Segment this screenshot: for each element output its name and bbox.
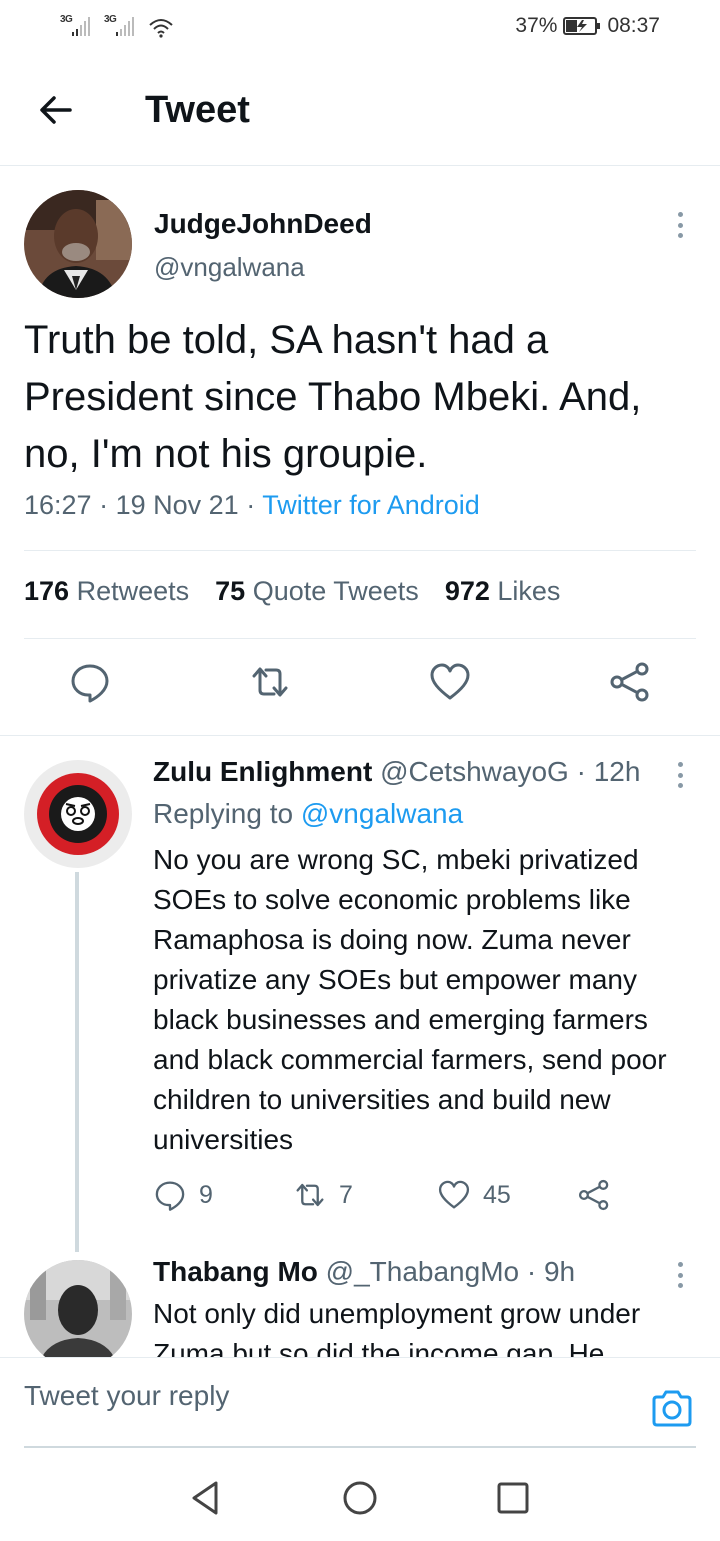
reply-author-handle[interactable]: @CetshwayoG [380, 756, 569, 787]
reply-author-avatar[interactable] [24, 1260, 132, 1357]
page-title: Tweet [145, 89, 250, 131]
comment-icon[interactable] [68, 660, 112, 704]
reply-action-bar: 9 7 45 [153, 1178, 633, 1218]
reply-retweet-count: 7 [339, 1180, 353, 1209]
meta-separator: · [526, 1256, 544, 1287]
section-divider [0, 735, 720, 736]
likes-count: 972 [444, 576, 490, 606]
meta-separator: · [246, 490, 263, 520]
reply-comment-count: 9 [199, 1180, 213, 1209]
reply-age: 12h [593, 756, 641, 787]
meta-separator: · [576, 756, 594, 787]
retweets-count: 176 [24, 576, 70, 606]
author-avatar[interactable] [24, 190, 132, 298]
battery-percent: 37% [515, 14, 558, 37]
reply-input[interactable]: Tweet your reply [24, 1380, 229, 1412]
comment-icon [155, 1181, 185, 1211]
author-name[interactable]: JudgeJohnDeed [154, 208, 372, 240]
status-right: 37% 08:37 [515, 14, 660, 38]
thread-connector-line [75, 872, 79, 1252]
reply-like-count: 45 [483, 1180, 511, 1209]
tweet-date: 19 Nov 21 [115, 490, 239, 520]
arrow-left-icon[interactable] [34, 88, 78, 132]
share-icon [578, 1179, 609, 1211]
heart-icon [438, 1180, 470, 1209]
retweet-icon[interactable] [248, 660, 292, 704]
reply-retweet-button[interactable]: 7 [293, 1178, 353, 1212]
replying-to: Replying to @vngalwana [153, 798, 463, 830]
retweets-label: Retweets [76, 576, 190, 606]
system-navigation-bar [0, 1452, 720, 1541]
more-vertical-icon[interactable] [668, 210, 692, 240]
reply-author-avatar[interactable] [24, 760, 132, 868]
reply-author-name[interactable]: Zulu Enlighment [153, 756, 372, 787]
reply-author-name[interactable]: Thabang Mo [153, 1256, 318, 1287]
clock-time: 08:37 [607, 14, 660, 37]
reply-author-handle[interactable]: @_ThabangMo [326, 1256, 519, 1287]
sim2-signal-icon: 3G [104, 14, 142, 38]
reply-share-button[interactable] [577, 1178, 611, 1212]
tweet-stats: 176 Retweets 75 Quote Tweets 972 Likes [24, 576, 560, 607]
divider [24, 638, 696, 639]
top-app-bar: Tweet [0, 56, 720, 166]
sim2-network-label: 3G [104, 14, 117, 25]
wifi-icon [149, 19, 173, 38]
meta-separator: · [99, 490, 116, 520]
likes-stat[interactable]: 972 Likes [445, 576, 561, 607]
more-vertical-icon[interactable] [668, 760, 692, 790]
replying-to-mention[interactable]: @vngalwana [301, 798, 463, 829]
author-handle[interactable]: @vngalwana [154, 252, 305, 283]
likes-label: Likes [497, 576, 561, 606]
status-bar: 3G 3G 37% 08:37 [0, 0, 720, 56]
more-vertical-icon[interactable] [668, 1260, 692, 1290]
replying-to-label: Replying to [153, 798, 294, 829]
reply-tweet[interactable]: Thabang Mo @_ThabangMo · 9h Not only did… [0, 1252, 720, 1357]
retweet-icon [296, 1183, 324, 1207]
reply-header: Zulu Enlighment @CetshwayoG · 12h [153, 756, 640, 788]
square-recents-icon[interactable] [493, 1478, 533, 1518]
sim1-signal-icon: 3G [60, 14, 98, 38]
tweet-time: 16:27 [24, 490, 92, 520]
circle-home-icon[interactable] [340, 1478, 380, 1518]
quote-tweets-label: Quote Tweets [252, 576, 419, 606]
tweet-timestamp: 16:27 · 19 Nov 21 · Twitter for Android [24, 490, 480, 521]
heart-icon[interactable] [428, 660, 472, 704]
divider [24, 550, 696, 551]
reply-age: 9h [543, 1256, 576, 1287]
tweet-source-link[interactable]: Twitter for Android [262, 490, 480, 520]
reply-composer: Tweet your reply [0, 1357, 720, 1449]
tweet-action-bar [0, 660, 720, 720]
input-underline [24, 1446, 696, 1448]
signal-indicators: 3G 3G [60, 14, 174, 38]
share-icon[interactable] [608, 660, 652, 704]
reply-like-button[interactable]: 45 [437, 1178, 511, 1212]
battery-charging-icon [563, 17, 601, 35]
sim1-network-label: 3G [60, 14, 73, 25]
reply-comment-button[interactable]: 9 [153, 1178, 213, 1212]
reply-text: Not only did unemployment grow under Zum… [153, 1298, 641, 1357]
quote-tweets-stat[interactable]: 75 Quote Tweets [215, 576, 419, 607]
tweet-text: Truth be told, SA hasn't had a President… [24, 318, 642, 476]
quote-tweets-count: 75 [215, 576, 246, 606]
camera-icon[interactable] [650, 1388, 694, 1428]
reply-text: No you are wrong SC, mbeki privatized SO… [153, 844, 667, 1155]
reply-header: Thabang Mo @_ThabangMo · 9h [153, 1256, 575, 1288]
triangle-back-icon[interactable] [186, 1478, 226, 1518]
retweets-stat[interactable]: 176 Retweets [24, 576, 189, 607]
